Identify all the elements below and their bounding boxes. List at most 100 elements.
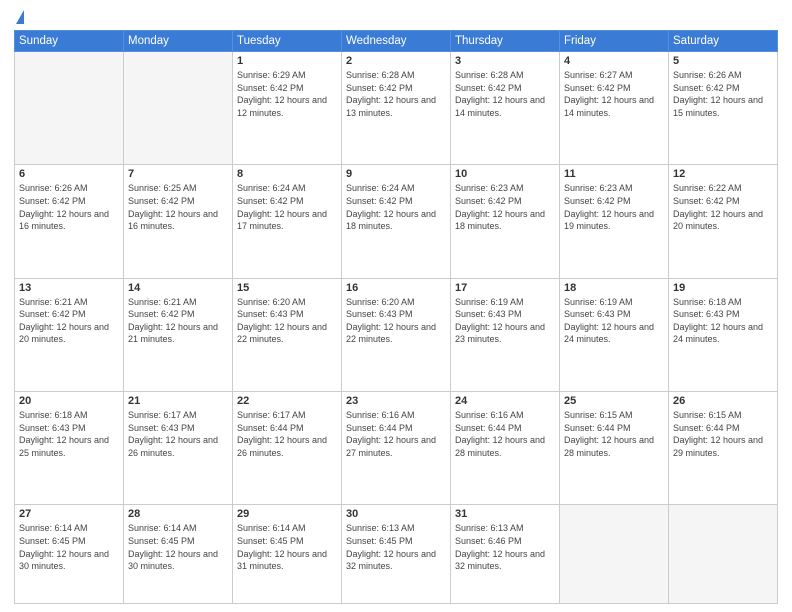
calendar-cell: 29 Sunrise: 6:14 AM Sunset: 6:45 PM Dayli… — [233, 505, 342, 604]
day-number: 30 — [346, 508, 446, 520]
calendar-cell: 2 Sunrise: 6:28 AM Sunset: 6:42 PM Daylig… — [342, 52, 451, 165]
day-info: Sunrise: 6:25 AM Sunset: 6:42 PM Dayligh… — [128, 182, 228, 232]
day-number: 31 — [455, 508, 555, 520]
day-info: Sunrise: 6:23 AM Sunset: 6:42 PM Dayligh… — [455, 182, 555, 232]
day-number: 27 — [19, 508, 119, 520]
day-info: Sunrise: 6:17 AM Sunset: 6:43 PM Dayligh… — [128, 409, 228, 459]
calendar-cell: 28 Sunrise: 6:14 AM Sunset: 6:45 PM Dayli… — [124, 505, 233, 604]
logo-triangle-icon — [16, 10, 24, 24]
day-info: Sunrise: 6:26 AM Sunset: 6:42 PM Dayligh… — [19, 182, 119, 232]
day-info: Sunrise: 6:28 AM Sunset: 6:42 PM Dayligh… — [346, 69, 446, 119]
day-info: Sunrise: 6:20 AM Sunset: 6:43 PM Dayligh… — [237, 296, 337, 346]
calendar-cell: 11Sunrise: 6:23 AM Sunset: 6:42 PM Dayli… — [560, 165, 669, 278]
calendar-table: SundayMondayTuesdayWednesdayThursdayFrid… — [14, 30, 778, 604]
calendar-cell: 14 Sunrise: 6:21 AM Sunset: 6:42 PM Dayli… — [124, 278, 233, 391]
calendar-cell: 4 Sunrise: 6:27 AM Sunset: 6:42 PM Daylig… — [560, 52, 669, 165]
calendar-cell — [560, 505, 669, 604]
calendar-cell: 18 Sunrise: 6:19 AM Sunset: 6:43 PM Dayli… — [560, 278, 669, 391]
day-info: Sunrise: 6:17 AM Sunset: 6:44 PM Dayligh… — [237, 409, 337, 459]
day-number: 18 — [564, 282, 664, 294]
week-row-2: 6 Sunrise: 6:26 AM Sunset: 6:42 PM Daylig… — [15, 165, 778, 278]
calendar-cell — [15, 52, 124, 165]
calendar-cell — [124, 52, 233, 165]
day-number: 26 — [673, 395, 773, 407]
calendar-cell: 12 Sunrise: 6:22 AM Sunset: 6:42 PM Dayli… — [669, 165, 778, 278]
day-number: 5 — [673, 55, 773, 67]
day-number: 14 — [128, 282, 228, 294]
day-info: Sunrise: 6:13 AM Sunset: 6:46 PM Dayligh… — [455, 522, 555, 572]
day-number: 2 — [346, 55, 446, 67]
day-number: 10 — [455, 168, 555, 180]
day-number: 29 — [237, 508, 337, 520]
weekday-header-monday: Monday — [124, 31, 233, 52]
calendar-cell: 26 Sunrise: 6:15 AM Sunset: 6:44 PM Dayli… — [669, 391, 778, 504]
day-info: Sunrise: 6:20 AM Sunset: 6:43 PM Dayligh… — [346, 296, 446, 346]
weekday-header-thursday: Thursday — [451, 31, 560, 52]
calendar-cell: 27 Sunrise: 6:14 AM Sunset: 6:45 PM Dayli… — [15, 505, 124, 604]
day-number: 25 — [564, 395, 664, 407]
day-info: Sunrise: 6:19 AM Sunset: 6:43 PM Dayligh… — [564, 296, 664, 346]
calendar-cell: 21Sunrise: 6:17 AM Sunset: 6:43 PM Dayli… — [124, 391, 233, 504]
week-row-5: 27 Sunrise: 6:14 AM Sunset: 6:45 PM Dayli… — [15, 505, 778, 604]
day-info: Sunrise: 6:13 AM Sunset: 6:45 PM Dayligh… — [346, 522, 446, 572]
week-row-4: 20 Sunrise: 6:18 AM Sunset: 6:43 PM Dayli… — [15, 391, 778, 504]
calendar-cell: 23Sunrise: 6:16 AM Sunset: 6:44 PM Dayli… — [342, 391, 451, 504]
day-info: Sunrise: 6:18 AM Sunset: 6:43 PM Dayligh… — [673, 296, 773, 346]
calendar-cell: 15 Sunrise: 6:20 AM Sunset: 6:43 PM Dayli… — [233, 278, 342, 391]
day-info: Sunrise: 6:21 AM Sunset: 6:42 PM Dayligh… — [128, 296, 228, 346]
header — [14, 10, 778, 24]
day-info: Sunrise: 6:26 AM Sunset: 6:42 PM Dayligh… — [673, 69, 773, 119]
calendar-cell: 9 Sunrise: 6:24 AM Sunset: 6:42 PM Daylig… — [342, 165, 451, 278]
day-number: 7 — [128, 168, 228, 180]
day-info: Sunrise: 6:15 AM Sunset: 6:44 PM Dayligh… — [564, 409, 664, 459]
day-number: 28 — [128, 508, 228, 520]
weekday-header-tuesday: Tuesday — [233, 31, 342, 52]
calendar-cell: 22 Sunrise: 6:17 AM Sunset: 6:44 PM Dayli… — [233, 391, 342, 504]
weekday-header-wednesday: Wednesday — [342, 31, 451, 52]
day-number: 8 — [237, 168, 337, 180]
calendar-cell: 25 Sunrise: 6:15 AM Sunset: 6:44 PM Dayli… — [560, 391, 669, 504]
calendar-cell: 31 Sunrise: 6:13 AM Sunset: 6:46 PM Dayli… — [451, 505, 560, 604]
day-info: Sunrise: 6:21 AM Sunset: 6:42 PM Dayligh… — [19, 296, 119, 346]
day-info: Sunrise: 6:19 AM Sunset: 6:43 PM Dayligh… — [455, 296, 555, 346]
calendar-cell: 10 Sunrise: 6:23 AM Sunset: 6:42 PM Dayli… — [451, 165, 560, 278]
calendar-cell — [669, 505, 778, 604]
calendar-cell: 20 Sunrise: 6:18 AM Sunset: 6:43 PM Dayli… — [15, 391, 124, 504]
day-number: 20 — [19, 395, 119, 407]
calendar-cell: 16 Sunrise: 6:20 AM Sunset: 6:43 PM Dayli… — [342, 278, 451, 391]
day-info: Sunrise: 6:23 AM Sunset: 6:42 PM Dayligh… — [564, 182, 664, 232]
day-number: 16 — [346, 282, 446, 294]
calendar-cell: 6 Sunrise: 6:26 AM Sunset: 6:42 PM Daylig… — [15, 165, 124, 278]
day-info: Sunrise: 6:14 AM Sunset: 6:45 PM Dayligh… — [237, 522, 337, 572]
calendar-cell: 5 Sunrise: 6:26 AM Sunset: 6:42 PM Daylig… — [669, 52, 778, 165]
day-info: Sunrise: 6:14 AM Sunset: 6:45 PM Dayligh… — [128, 522, 228, 572]
logo — [14, 10, 24, 24]
calendar-cell: 30 Sunrise: 6:13 AM Sunset: 6:45 PM Dayli… — [342, 505, 451, 604]
week-row-3: 13 Sunrise: 6:21 AM Sunset: 6:42 PM Dayli… — [15, 278, 778, 391]
weekday-header-sunday: Sunday — [15, 31, 124, 52]
day-number: 23 — [346, 395, 446, 407]
day-info: Sunrise: 6:18 AM Sunset: 6:43 PM Dayligh… — [19, 409, 119, 459]
day-number: 15 — [237, 282, 337, 294]
day-number: 4 — [564, 55, 664, 67]
day-number: 24 — [455, 395, 555, 407]
calendar-cell: 24 Sunrise: 6:16 AM Sunset: 6:44 PM Dayli… — [451, 391, 560, 504]
week-row-1: 1Sunrise: 6:29 AM Sunset: 6:42 PM Daylig… — [15, 52, 778, 165]
calendar-cell: 19Sunrise: 6:18 AM Sunset: 6:43 PM Dayli… — [669, 278, 778, 391]
day-number: 6 — [19, 168, 119, 180]
calendar-cell: 13 Sunrise: 6:21 AM Sunset: 6:42 PM Dayli… — [15, 278, 124, 391]
day-info: Sunrise: 6:16 AM Sunset: 6:44 PM Dayligh… — [455, 409, 555, 459]
calendar-cell: 3Sunrise: 6:28 AM Sunset: 6:42 PM Daylig… — [451, 52, 560, 165]
day-number: 12 — [673, 168, 773, 180]
day-info: Sunrise: 6:24 AM Sunset: 6:42 PM Dayligh… — [346, 182, 446, 232]
day-info: Sunrise: 6:22 AM Sunset: 6:42 PM Dayligh… — [673, 182, 773, 232]
day-info: Sunrise: 6:14 AM Sunset: 6:45 PM Dayligh… — [19, 522, 119, 572]
calendar-cell: 17Sunrise: 6:19 AM Sunset: 6:43 PM Dayli… — [451, 278, 560, 391]
day-info: Sunrise: 6:27 AM Sunset: 6:42 PM Dayligh… — [564, 69, 664, 119]
day-info: Sunrise: 6:15 AM Sunset: 6:44 PM Dayligh… — [673, 409, 773, 459]
day-number: 9 — [346, 168, 446, 180]
day-number: 13 — [19, 282, 119, 294]
day-number: 22 — [237, 395, 337, 407]
weekday-header-saturday: Saturday — [669, 31, 778, 52]
day-number: 1 — [237, 55, 337, 67]
